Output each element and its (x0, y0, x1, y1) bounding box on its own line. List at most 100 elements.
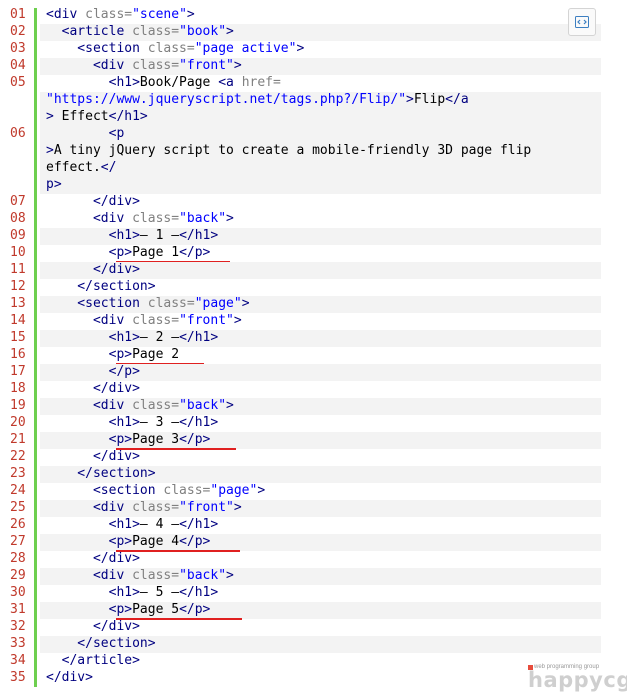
code-line: 12 </section> (0, 279, 605, 296)
code-line: 30 <h1>– 5 –</h1> (0, 585, 605, 602)
line-number: 30 (10, 585, 26, 600)
line-text: </div> (46, 381, 140, 396)
code-token: p> (46, 177, 62, 192)
code-token: </div> (46, 551, 140, 566)
code-token: </h1> (108, 109, 148, 124)
line-number: 32 (10, 619, 26, 634)
line-number: 15 (10, 330, 26, 345)
line-number: 14 (10, 313, 26, 328)
code-token: <article (46, 24, 133, 39)
line-text: </section> (46, 279, 156, 294)
line-text: <div class="back"> (46, 211, 234, 226)
code-token: </div> (46, 381, 140, 396)
code-token: class= (147, 296, 195, 311)
code-token: "book" (179, 24, 227, 39)
code-token: </p> (179, 602, 211, 617)
line-text: <section class="page"> (46, 296, 249, 311)
code-token: Effect (53, 109, 109, 124)
code-line: p> (0, 177, 605, 194)
code-token: <p> (46, 245, 133, 260)
code-line: 08 <div class="back"> (0, 211, 605, 228)
code-line: effect.</ (0, 160, 605, 177)
code-token: <h1> (46, 228, 140, 243)
code-token: <p> (46, 432, 133, 447)
line-text: <h1>– 2 –</h1> (46, 330, 219, 345)
code-line: 13 <section class="page"> (0, 296, 605, 313)
code-token: <div (46, 313, 133, 328)
line-text: </div> (46, 551, 140, 566)
code-token: </div> (46, 670, 93, 685)
code-line: 03 <section class="page active"> (0, 41, 605, 58)
code-token: class= (132, 24, 180, 39)
code-line: 01 <div class="scene"> (0, 7, 605, 24)
code-token: </h1> (179, 517, 219, 532)
code-token: > (226, 398, 234, 413)
code-line: 15 <h1>– 2 –</h1> (0, 330, 605, 347)
code-token: effect. (46, 160, 101, 175)
line-text: <p>Page 5</p> (46, 602, 211, 617)
line-number: 10 (10, 245, 26, 260)
code-token: class= (132, 313, 180, 328)
code-line: 16 <p>Page 2 (0, 347, 605, 364)
line-number: 04 (10, 58, 26, 73)
view-source-icon (575, 16, 589, 28)
code-line: 17 </p> (0, 364, 605, 381)
code-line: 33 </section> (0, 636, 605, 653)
line-text: <p>Page 4</p> (46, 534, 211, 549)
code-token: <h1> (46, 517, 140, 532)
code-token: </h1> (179, 330, 219, 345)
code-token: </p> (46, 364, 140, 379)
code-token: "back" (179, 211, 227, 226)
code-token: <div (46, 58, 133, 73)
code-token: – 5 – (139, 585, 180, 600)
line-text: <h1>– 5 –</h1> (46, 585, 219, 600)
line-number: 25 (10, 500, 26, 515)
line-number: 03 (10, 41, 26, 56)
happycgi-logo: web programming group happycgi (528, 664, 627, 694)
line-text: </div> (46, 449, 140, 464)
line-text: <div class="back"> (46, 568, 234, 583)
code-token: "https://www.jqueryscript.net/tags.php?/… (46, 92, 407, 107)
code-line: 25 <div class="front"> (0, 500, 605, 517)
code-token: </section> (46, 279, 156, 294)
code-token: <h1> (46, 75, 140, 90)
code-token: <section (46, 483, 164, 498)
line-number: 29 (10, 568, 26, 583)
line-number: 11 (10, 262, 26, 277)
line-text: <p>Page 1</p> (46, 245, 211, 260)
code-line: 20 <h1>– 3 –</h1> (0, 415, 605, 432)
view-source-button[interactable] (568, 8, 596, 36)
code-token: </a (445, 92, 469, 107)
code-token: <div (46, 568, 133, 583)
code-line: 24 <section class="page"> (0, 483, 605, 500)
line-number: 13 (10, 296, 26, 311)
code-viewer: 01 <div class="scene"> 02 <article class="… (0, 0, 627, 699)
code-line: 07 </div> (0, 194, 605, 211)
code-token: </div> (46, 449, 140, 464)
line-text: <article class="book"> (46, 24, 234, 39)
code-line: 14 <div class="front"> (0, 313, 605, 330)
code-line: 09 <h1>– 1 –</h1> (0, 228, 605, 245)
line-text: <div class="front"> (46, 313, 242, 328)
code-token: "back" (179, 398, 227, 413)
line-text: <h1>Book/Page <a href= (46, 75, 281, 90)
line-number: 33 (10, 636, 26, 651)
code-line: > Effect</h1> (0, 109, 605, 126)
line-text: <h1>– 1 –</h1> (46, 228, 219, 243)
code-token: Flip (413, 92, 446, 107)
code-token: "front" (179, 500, 234, 515)
code-token: <p> (46, 534, 133, 549)
code-token: class= (132, 211, 180, 226)
code-token: > (186, 7, 195, 22)
line-text: <h1>– 3 –</h1> (46, 415, 219, 430)
code-token: href= (241, 75, 281, 90)
code-token: – 2 – (139, 330, 180, 345)
code-line: 02 <article class="book"> (0, 24, 605, 41)
code-token: <a (218, 75, 242, 90)
code-token: "page" (210, 483, 258, 498)
code-token: class= (132, 58, 180, 73)
line-text: <p>Page 3</p> (46, 432, 211, 447)
code-token: > (226, 568, 234, 583)
code-line: 28 </div> (0, 551, 605, 568)
line-number: 01 (10, 7, 26, 22)
